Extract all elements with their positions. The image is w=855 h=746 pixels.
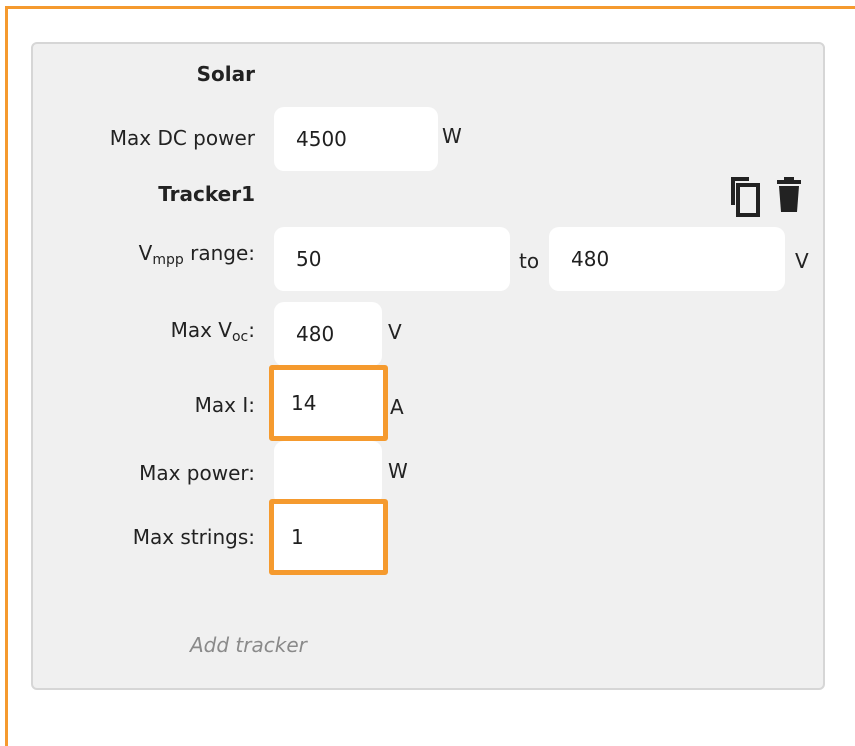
vmpp-range-label: Vmpp range: <box>138 241 255 268</box>
max-dc-power-unit: W <box>442 124 462 148</box>
vmpp-unit: V <box>795 249 809 273</box>
max-power-label: Max power: <box>139 461 255 485</box>
max-strings-input[interactable] <box>269 499 388 575</box>
max-voc-unit: V <box>388 320 402 344</box>
max-dc-power-input[interactable] <box>274 107 438 171</box>
max-power-input[interactable] <box>274 441 382 505</box>
max-i-input[interactable] <box>269 365 388 441</box>
max-dc-power-label: Max DC power <box>109 126 255 150</box>
vmpp-from-input[interactable] <box>274 227 510 291</box>
max-power-unit: W <box>388 459 408 483</box>
vmpp-to-input[interactable] <box>549 227 785 291</box>
max-voc-label: Max Voc: <box>170 318 255 345</box>
max-voc-input[interactable] <box>274 302 382 366</box>
tracker-title: Tracker1 <box>158 182 255 206</box>
max-i-unit: A <box>390 395 404 419</box>
vmpp-to-label: to <box>519 249 540 273</box>
max-strings-label: Max strings: <box>132 525 255 549</box>
section-title: Solar <box>196 62 255 86</box>
add-tracker-link[interactable]: Add tracker <box>190 633 307 657</box>
trash-icon[interactable] <box>775 175 803 217</box>
copy-icon[interactable] <box>727 175 763 217</box>
max-i-label: Max I: <box>194 393 255 417</box>
